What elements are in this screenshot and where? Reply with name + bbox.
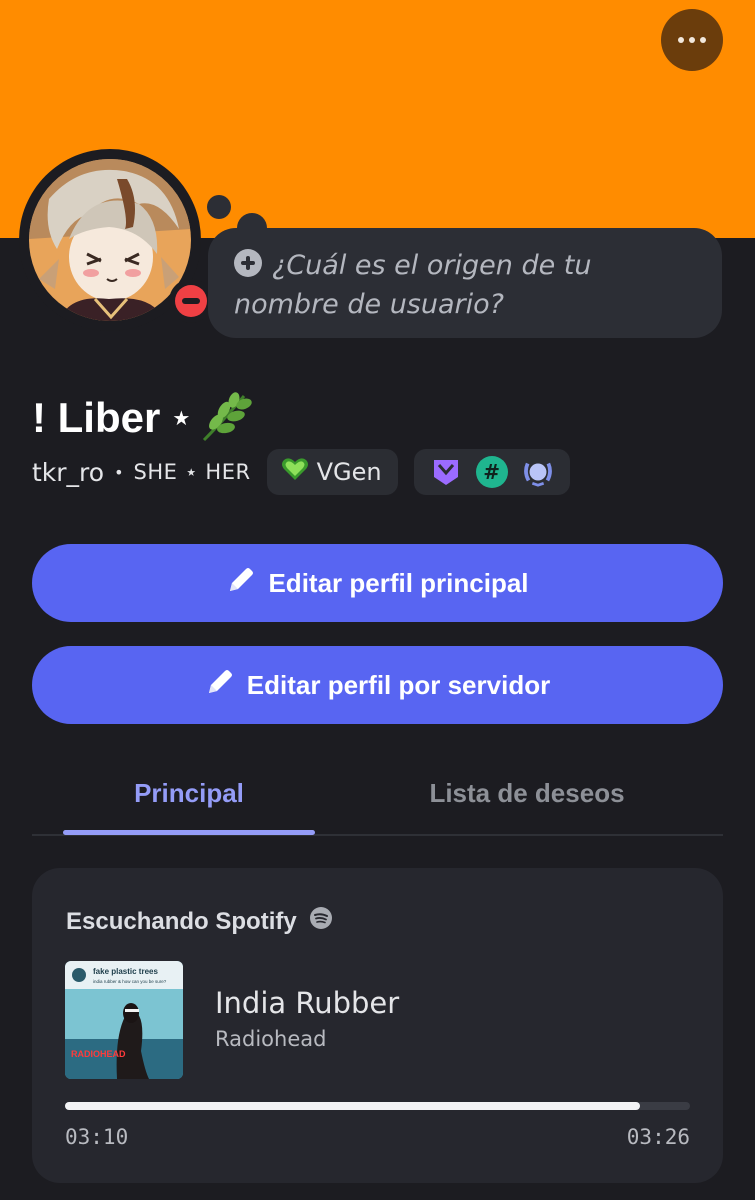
cover-title-text: fake plastic trees	[93, 967, 158, 976]
cover-subtitle-text: india rubber & how can you be sure?	[93, 979, 167, 984]
spotify-activity-card[interactable]: Escuchando Spotify fake plastic trees in…	[32, 868, 723, 1183]
custom-status-bubble[interactable]: ¿Cuál es el origen de tu nombre de usuar…	[208, 228, 722, 338]
hashtag-badge-icon[interactable]: #	[475, 456, 508, 488]
heart-icon	[281, 456, 309, 488]
custom-status-text: ¿Cuál es el origen de tu nombre de usuar…	[234, 250, 592, 320]
playback-progress-fill	[65, 1102, 640, 1110]
total-duration: 03:26	[626, 1125, 690, 1149]
more-options-button[interactable]	[661, 9, 723, 71]
pencil-icon	[205, 667, 235, 704]
name-star: ★	[172, 406, 191, 430]
profile-tabs: Principal Lista de deseos	[32, 760, 723, 836]
badges-container: #	[413, 449, 570, 495]
playback-progress-bar	[65, 1102, 690, 1110]
laurel-badge-icon[interactable]	[522, 456, 554, 488]
username-row: tkr_ro • SHE ⋆ HER VGen #	[32, 448, 570, 496]
album-cover[interactable]: fake plastic trees india rubber & how ca…	[65, 961, 183, 1079]
vgen-label: VGen	[316, 458, 382, 486]
activity-header-label: Escuchando Spotify	[66, 907, 297, 935]
spotify-icon	[309, 906, 333, 937]
dot	[678, 37, 684, 43]
herb-icon	[198, 388, 254, 448]
thought-bubble-dot	[207, 195, 231, 219]
edit-server-profile-button[interactable]: Editar perfil por servidor	[32, 646, 723, 724]
display-name-row: ! Liber ★	[32, 388, 254, 448]
track-artist[interactable]: Radiohead	[215, 1027, 326, 1051]
activity-header: Escuchando Spotify	[66, 906, 333, 937]
status-dnd-icon	[169, 279, 213, 323]
pencil-icon	[226, 565, 256, 602]
dot	[689, 37, 695, 43]
active-tab-indicator	[63, 830, 315, 835]
pronouns: SHE ⋆ HER	[133, 460, 251, 484]
avatar	[29, 159, 191, 321]
avatar-frame[interactable]	[19, 149, 213, 331]
vgen-connection[interactable]: VGen	[266, 449, 398, 495]
twitch-icon[interactable]	[430, 456, 462, 488]
separator: •	[114, 462, 124, 482]
username: tkr_ro	[32, 457, 105, 487]
dot	[700, 37, 706, 43]
custom-status-prompt: ¿Cuál es el origen de tu nombre de usuar…	[234, 246, 698, 324]
display-name: ! Liber	[32, 394, 161, 441]
edit-main-label: Editar perfil principal	[268, 567, 529, 598]
tab-wishlist[interactable]: Lista de deseos	[372, 760, 682, 826]
edit-main-profile-button[interactable]: Editar perfil principal	[32, 544, 723, 622]
edit-server-label: Editar perfil por servidor	[246, 669, 551, 700]
tab-principal[interactable]: Principal	[63, 760, 315, 826]
track-title[interactable]: India Rubber	[215, 986, 399, 1020]
add-icon	[234, 249, 262, 277]
elapsed-time: 03:10	[65, 1125, 129, 1149]
cover-band-text: RADIOHEAD	[71, 1049, 126, 1059]
